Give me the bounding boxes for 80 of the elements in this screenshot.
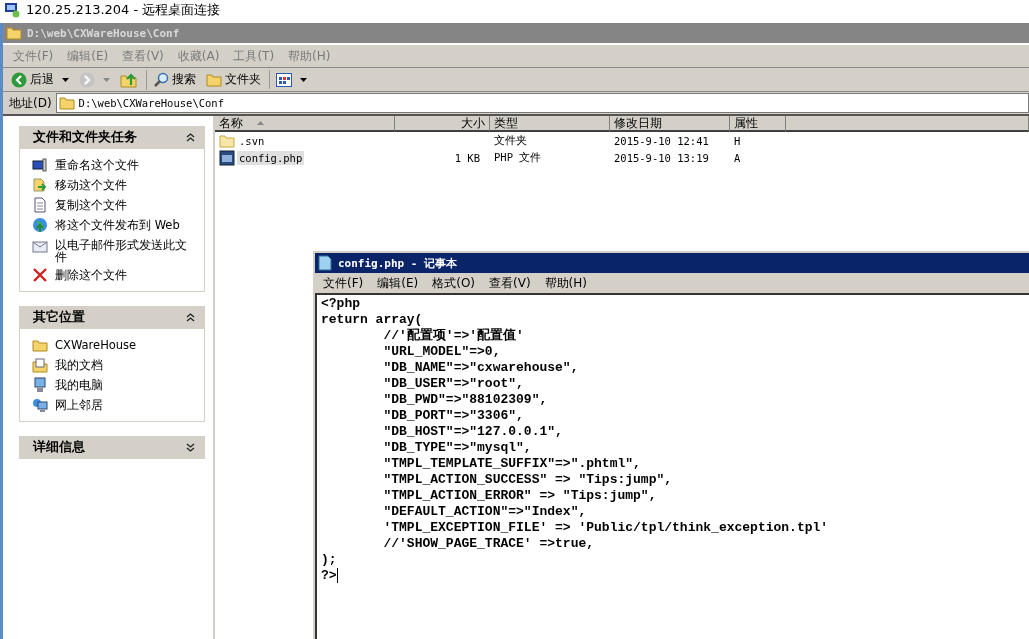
php-file-icon	[219, 149, 235, 166]
code-line: "TMPL_ACTION_ERROR" => "Tips:jump",	[382, 488, 657, 504]
caret-icon	[300, 77, 307, 82]
sort-arrow-icon	[257, 121, 264, 125]
menu-item[interactable]: 格式(O)	[432, 274, 476, 292]
modified-date: 2015-9-10 13:19	[614, 151, 709, 164]
window-title: config.php - 记事本	[338, 255, 458, 271]
documents-folder-icon	[32, 357, 48, 373]
file-attributes: H	[734, 134, 741, 147]
code-line: "DEFAULT_ACTION"=>"Index",	[382, 504, 587, 520]
modified-date: 2015-9-10 12:41	[614, 134, 709, 147]
computer-icon	[32, 377, 48, 393]
notepad-icon	[318, 255, 332, 271]
code-line: "DB_USER"=>"root",	[382, 376, 524, 392]
file-attributes: A	[734, 151, 741, 164]
code-line: ?>	[321, 568, 338, 584]
window-title: 120.25.213.204 - 远程桌面连接	[26, 1, 221, 19]
code-line: return array(	[321, 312, 423, 328]
task-link[interactable]: 删除这个文件	[55, 267, 127, 281]
folder-icon	[58, 96, 75, 110]
code-line: 'TMPL_EXCEPTION_FILE' => 'Public/tpl/think_exception.tpl'	[382, 520, 829, 536]
code-line: );	[321, 552, 337, 568]
monitor-icon	[4, 2, 20, 18]
folders-button[interactable]: 文件夹	[202, 70, 270, 89]
code-line: "DB_PWD"=>"88102309",	[382, 392, 548, 408]
task-link[interactable]: 复制这个文件	[55, 197, 127, 211]
folder-icon	[6, 26, 22, 40]
column-header[interactable]: 修改日期	[610, 116, 730, 132]
column-header[interactable]: 大小	[395, 116, 490, 132]
task-link[interactable]: 我的电脑	[55, 377, 103, 391]
code-line: "TMPL_ACTION_SUCCESS" => "Tips:jump",	[382, 472, 673, 488]
network-icon	[32, 397, 48, 413]
menu-item[interactable]: 帮助(H)	[544, 274, 587, 292]
panel-header[interactable]: 详细信息	[19, 436, 205, 459]
panel-header[interactable]: 文件和文件夹任务	[19, 126, 205, 149]
task-link[interactable]: 以电子邮件形式发送此文件	[55, 237, 198, 263]
grid-view-icon	[276, 72, 292, 87]
task-link[interactable]: 重命名这个文件	[55, 157, 139, 171]
rename-icon	[32, 157, 48, 173]
search-button[interactable]: 搜索	[149, 70, 200, 89]
menu-item[interactable]: 编辑(E)	[377, 274, 419, 292]
caret-icon	[103, 77, 110, 82]
column-header[interactable]: 名称	[215, 116, 395, 132]
column-header[interactable]: 属性	[730, 116, 786, 132]
file-size: 1 KB	[454, 151, 480, 164]
delete-icon	[32, 267, 48, 283]
move-file-icon	[32, 177, 48, 193]
back-button[interactable]: 后退	[7, 70, 73, 89]
task-link[interactable]: 我的文档	[55, 357, 103, 371]
folder-icon	[219, 132, 235, 149]
task-link[interactable]: 网上邻居	[55, 397, 103, 411]
search-icon	[153, 71, 169, 88]
globe-icon	[32, 217, 48, 233]
code-line: "DB_PORT"=>"3306",	[382, 408, 524, 424]
task-link[interactable]: 将这个文件发布到 Web	[55, 217, 180, 231]
file-name[interactable]: .svn	[237, 133, 267, 148]
panel-header[interactable]: 其它位置	[19, 306, 205, 329]
document-icon	[32, 197, 48, 213]
menu-item[interactable]: 文件(F)	[323, 274, 364, 292]
caret-icon	[62, 77, 69, 82]
task-link[interactable]: CXWareHouse	[55, 337, 137, 351]
code-line: "TMPL_TEMPLATE_SUFFIX"=>".phtml",	[382, 456, 641, 472]
window-title: D:\web\CXWareHouse\Conf	[27, 26, 180, 40]
menu-item[interactable]: 查看(V)	[489, 274, 531, 292]
column-header[interactable]: 类型	[490, 116, 610, 132]
code-line: "URL_MODEL"=>0,	[382, 344, 501, 360]
code-line: //'SHOW_PAGE_TRACE' =>true,	[382, 536, 595, 552]
code-line: <?php	[321, 296, 360, 312]
code-line: "DB_TYPE"=>"mysql",	[382, 440, 532, 456]
code-line: "DB_NAME"=>"cxwarehouse",	[382, 360, 579, 376]
file-name[interactable]: config.php	[237, 150, 305, 165]
code-line: //'配置项'=>'配置值'	[382, 328, 524, 344]
task-link[interactable]: 移动这个文件	[55, 177, 127, 191]
file-type: 文件夹	[494, 133, 527, 148]
file-type: PHP 文件	[494, 150, 542, 165]
code-line: "DB_HOST"=>"127.0.0.1",	[382, 424, 563, 440]
folder-icon	[32, 337, 48, 353]
address-field[interactable]: D:\web\CXWareHouse\Conf	[55, 93, 1029, 113]
address-label: 地址(D)	[9, 94, 52, 112]
folder-icon	[206, 72, 222, 87]
